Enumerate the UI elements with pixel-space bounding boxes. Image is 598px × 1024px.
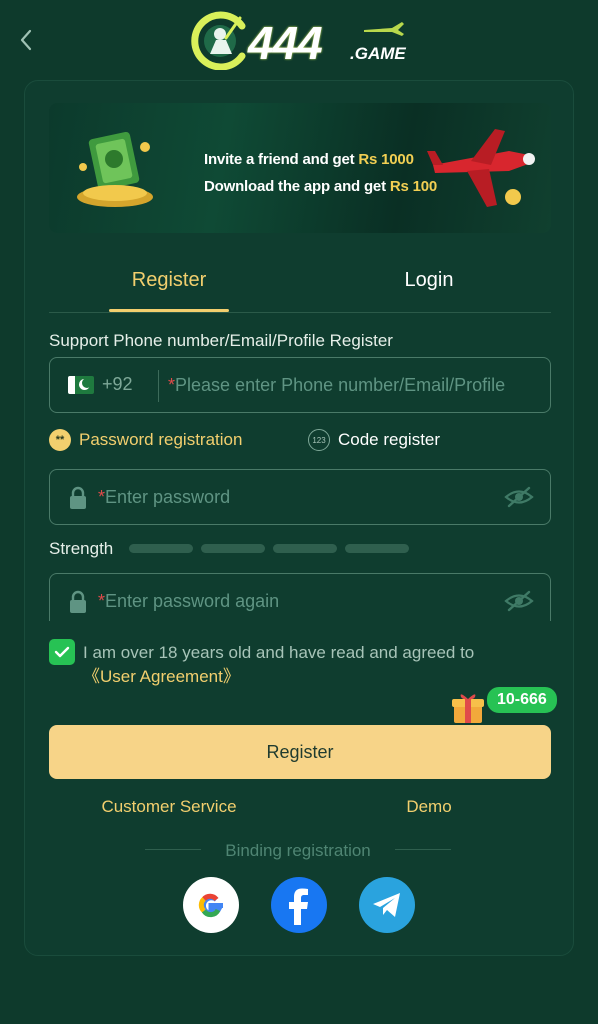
secondary-links: Customer Service Demo [49, 797, 551, 821]
logo-emblem-icon [191, 11, 246, 70]
user-agreement-link[interactable]: 《User Agreement》 [83, 667, 240, 686]
password-strength: Strength [49, 539, 551, 563]
password-mode-icon: ** [49, 429, 71, 451]
required-mark: * [98, 487, 106, 507]
password-registration-option[interactable]: ** Password registration [49, 429, 242, 451]
binding-registration: Binding registration [145, 839, 451, 863]
gift-icon [452, 694, 484, 723]
promo-badge: 10-666 [485, 685, 559, 715]
code-mode-icon: 123 [308, 429, 330, 451]
divider-line [395, 849, 451, 850]
eye-off-icon[interactable] [504, 486, 534, 508]
register-card: Invite a friend and get Rs 1000 Download… [24, 80, 574, 956]
airplane-icon [364, 22, 404, 36]
strength-label: Strength [49, 539, 114, 558]
field-divider [158, 370, 159, 402]
demo-link[interactable]: Demo [309, 797, 549, 817]
binding-label: Binding registration [225, 841, 371, 860]
agreement-row: I am over 18 years old and have read and… [49, 637, 551, 689]
google-icon [198, 893, 223, 918]
tab-login[interactable]: Login [309, 269, 549, 292]
password-field[interactable]: *Enter password [49, 469, 551, 525]
phone-field[interactable]: +92 *Please enter Phone number/Email/Pro… [49, 357, 551, 413]
check-icon [54, 646, 70, 658]
logo: 444 .GAME [190, 8, 410, 72]
red-plane-icon [427, 129, 535, 207]
banner-line-download: Download the app and get Rs 100 [204, 178, 437, 195]
password-again-input[interactable]: *Enter password again [98, 591, 279, 612]
code-register-label: Code register [338, 430, 441, 449]
banner-invite-amount: Rs 1000 [358, 151, 414, 168]
code-register-option[interactable]: 123 Code register [308, 429, 440, 451]
section-label: Support Phone number/Email/Profile Regis… [49, 331, 393, 350]
agreement-statement: I am over 18 years old and have read and… [83, 643, 475, 662]
chevron-left-icon [20, 29, 32, 51]
facebook-icon [289, 888, 308, 925]
banner-download-text: Download the app and get [204, 178, 390, 195]
phone-placeholder: Please enter Phone number/Email/Profile [175, 375, 506, 395]
promo-banner[interactable]: Invite a friend and get Rs 1000 Download… [49, 103, 551, 233]
password-again-placeholder: Enter password again [105, 591, 280, 611]
money-stack-icon [77, 131, 153, 207]
logo-number: 444 [248, 17, 323, 69]
required-mark: * [168, 375, 176, 395]
pakistan-flag-icon[interactable] [68, 376, 94, 394]
strength-bar [129, 544, 193, 553]
password-again-field[interactable]: *Enter password again [49, 573, 551, 621]
banner-line-invite: Invite a friend and get Rs 1000 [204, 151, 414, 168]
auth-tabs: Register Login [49, 249, 551, 313]
customer-service-link[interactable]: Customer Service [49, 797, 289, 817]
google-login-button[interactable] [183, 877, 239, 933]
agreement-text: I am over 18 years old and have read and… [83, 641, 543, 689]
back-button[interactable] [12, 26, 40, 54]
register-button[interactable]: Register [49, 725, 551, 779]
country-code[interactable]: +92 [102, 374, 133, 395]
strength-bar [201, 544, 265, 553]
logo-suffix: .GAME [350, 44, 406, 63]
lock-icon [70, 590, 86, 613]
eye-off-icon[interactable] [504, 590, 534, 612]
banner-invite-text: Invite a friend and get [204, 151, 359, 168]
agreement-checkbox[interactable] [49, 639, 75, 665]
gift-promo[interactable]: 10-666 [449, 685, 561, 725]
required-mark: * [98, 591, 106, 611]
lock-icon [70, 486, 86, 509]
facebook-login-button[interactable] [271, 877, 327, 933]
top-bar: 444 .GAME [0, 0, 598, 80]
telegram-login-button[interactable] [359, 877, 415, 933]
register-mode-row: ** Password registration 123 Code regist… [49, 427, 551, 455]
password-registration-label: Password registration [79, 430, 243, 449]
strength-bar [345, 544, 409, 553]
phone-input[interactable]: *Please enter Phone number/Email/Profile [168, 375, 540, 396]
strength-bar [273, 544, 337, 553]
telegram-icon [373, 893, 400, 917]
password-input[interactable]: *Enter password [98, 487, 230, 508]
password-placeholder: Enter password [105, 487, 231, 507]
tab-register[interactable]: Register [49, 269, 289, 292]
active-tab-indicator [109, 309, 229, 312]
